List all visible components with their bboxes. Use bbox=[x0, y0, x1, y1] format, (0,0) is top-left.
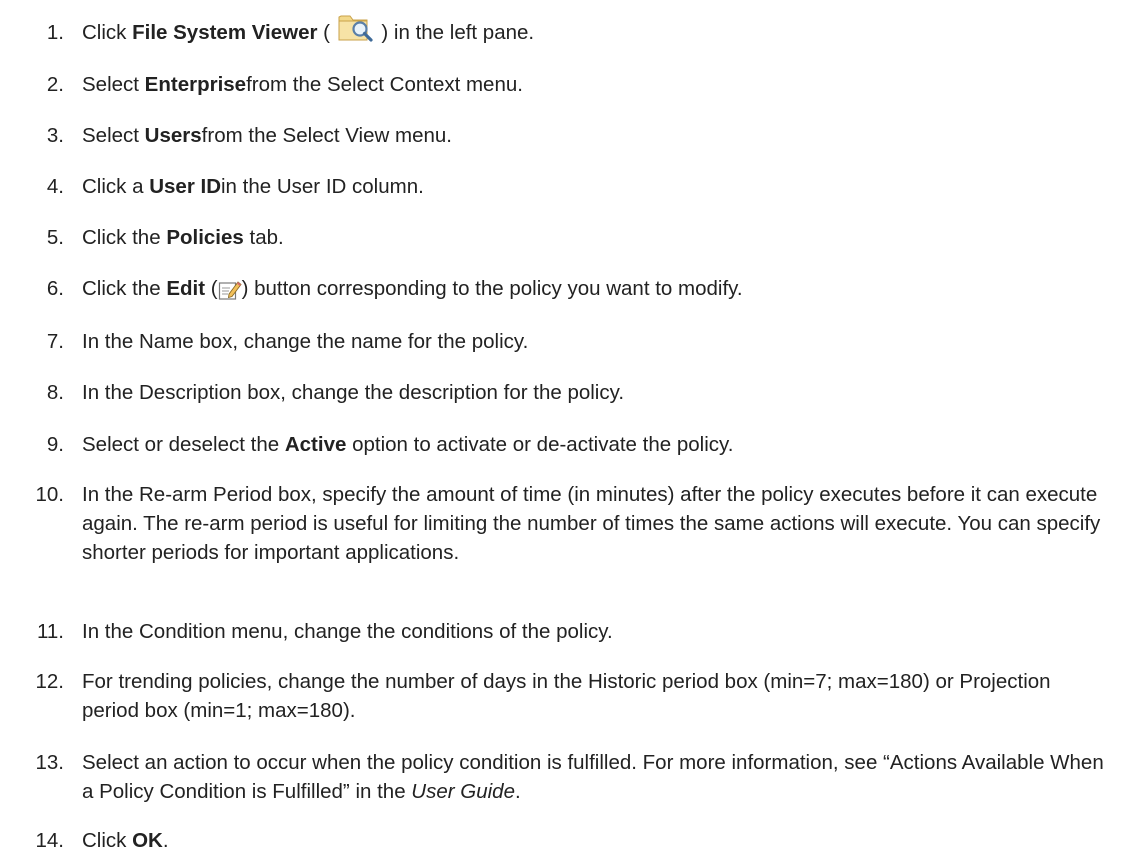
edit-pencil-icon bbox=[218, 279, 242, 301]
bold-term: User ID bbox=[149, 175, 221, 198]
bold-term: File System Viewer bbox=[132, 21, 318, 44]
procedure-steps: 1. Click File System Viewer ( ) in the le… bbox=[0, 0, 1125, 866]
text-run: Select or deselect the bbox=[82, 433, 285, 456]
step-text: In the Description box, change the descr… bbox=[82, 378, 1112, 407]
text-run: Click the bbox=[82, 226, 167, 249]
step-number: 12. bbox=[35, 670, 65, 693]
text-run: ( bbox=[317, 21, 336, 44]
step-text: Click OK. bbox=[82, 826, 1112, 855]
folder-magnifier-icon bbox=[336, 10, 376, 43]
text-run: Click bbox=[82, 829, 133, 852]
step-number: 4. bbox=[46, 175, 64, 198]
text-run: ) in the left pane. bbox=[375, 21, 535, 44]
step-number: 9. bbox=[46, 433, 64, 456]
text-run: In the Name box, change the name for the… bbox=[82, 330, 529, 353]
step-number: 13. bbox=[35, 751, 65, 774]
text-run: Select bbox=[82, 73, 145, 96]
step-number: 1. bbox=[46, 21, 64, 44]
text-run: option to activate or de-activate the po… bbox=[346, 433, 734, 456]
step-text: Click the Edit ( ) button corresponding t… bbox=[82, 274, 1112, 303]
step-number: 14. bbox=[35, 829, 65, 852]
text-run: ) button corresponding to the policy you… bbox=[241, 277, 743, 300]
text-run: . bbox=[514, 780, 521, 803]
text-run: from the Select View menu. bbox=[201, 124, 452, 147]
step-text: Select an action to occur when the polic… bbox=[82, 748, 1112, 806]
step-text: For trending policies, change the number… bbox=[82, 667, 1112, 725]
text-run: Click a bbox=[82, 175, 150, 198]
step-number: 2. bbox=[46, 73, 64, 96]
step-text: Click a User IDin the User ID column. bbox=[82, 172, 1112, 201]
text-run: Click the bbox=[82, 277, 167, 300]
text-run: Click bbox=[82, 21, 133, 44]
step-number: 6. bbox=[46, 277, 64, 300]
step-text: Click the Policies tab. bbox=[82, 223, 1112, 252]
bold-term: Policies bbox=[166, 226, 244, 249]
text-run: For trending policies, change the number… bbox=[82, 670, 1051, 722]
text-run: In the Description box, change the descr… bbox=[82, 381, 625, 404]
step-text: Select Usersfrom the Select View menu. bbox=[82, 121, 1112, 150]
text-run: Select an action to occur when the polic… bbox=[82, 751, 1104, 803]
step-text: Click File System Viewer ( ) in the left… bbox=[82, 15, 1112, 47]
step-number: 11. bbox=[37, 620, 64, 643]
step-text: Select or deselect the Active option to … bbox=[82, 430, 1112, 459]
step-number: 5. bbox=[46, 226, 64, 249]
bold-term: Active bbox=[284, 433, 347, 456]
text-run: in the User ID column. bbox=[221, 175, 424, 198]
italic-term: User Guide bbox=[411, 780, 515, 803]
bold-term: Edit bbox=[166, 277, 206, 300]
step-number: 7. bbox=[46, 330, 64, 353]
text-run: tab. bbox=[243, 226, 284, 249]
text-run: from the Select Context menu. bbox=[246, 73, 523, 96]
bold-term: Enterprise bbox=[144, 73, 247, 96]
step-number: 3. bbox=[46, 124, 64, 147]
text-run: Select bbox=[82, 124, 145, 147]
text-run: In the Condition menu, change the condit… bbox=[82, 620, 613, 643]
text-run: ( bbox=[205, 277, 218, 300]
text-run: . bbox=[162, 829, 169, 852]
step-number: 8. bbox=[46, 381, 64, 404]
step-text: In the Condition menu, change the condit… bbox=[82, 617, 1112, 646]
step-text: Select Enterprisefrom the Select Context… bbox=[82, 70, 1112, 99]
step-text: In the Re-arm Period box, specify the am… bbox=[82, 480, 1112, 567]
step-text: In the Name box, change the name for the… bbox=[82, 327, 1112, 356]
bold-term: Users bbox=[144, 124, 202, 147]
bold-term: OK bbox=[132, 829, 163, 852]
text-run: In the Re-arm Period box, specify the am… bbox=[82, 483, 1101, 564]
step-number: 10. bbox=[35, 483, 65, 506]
